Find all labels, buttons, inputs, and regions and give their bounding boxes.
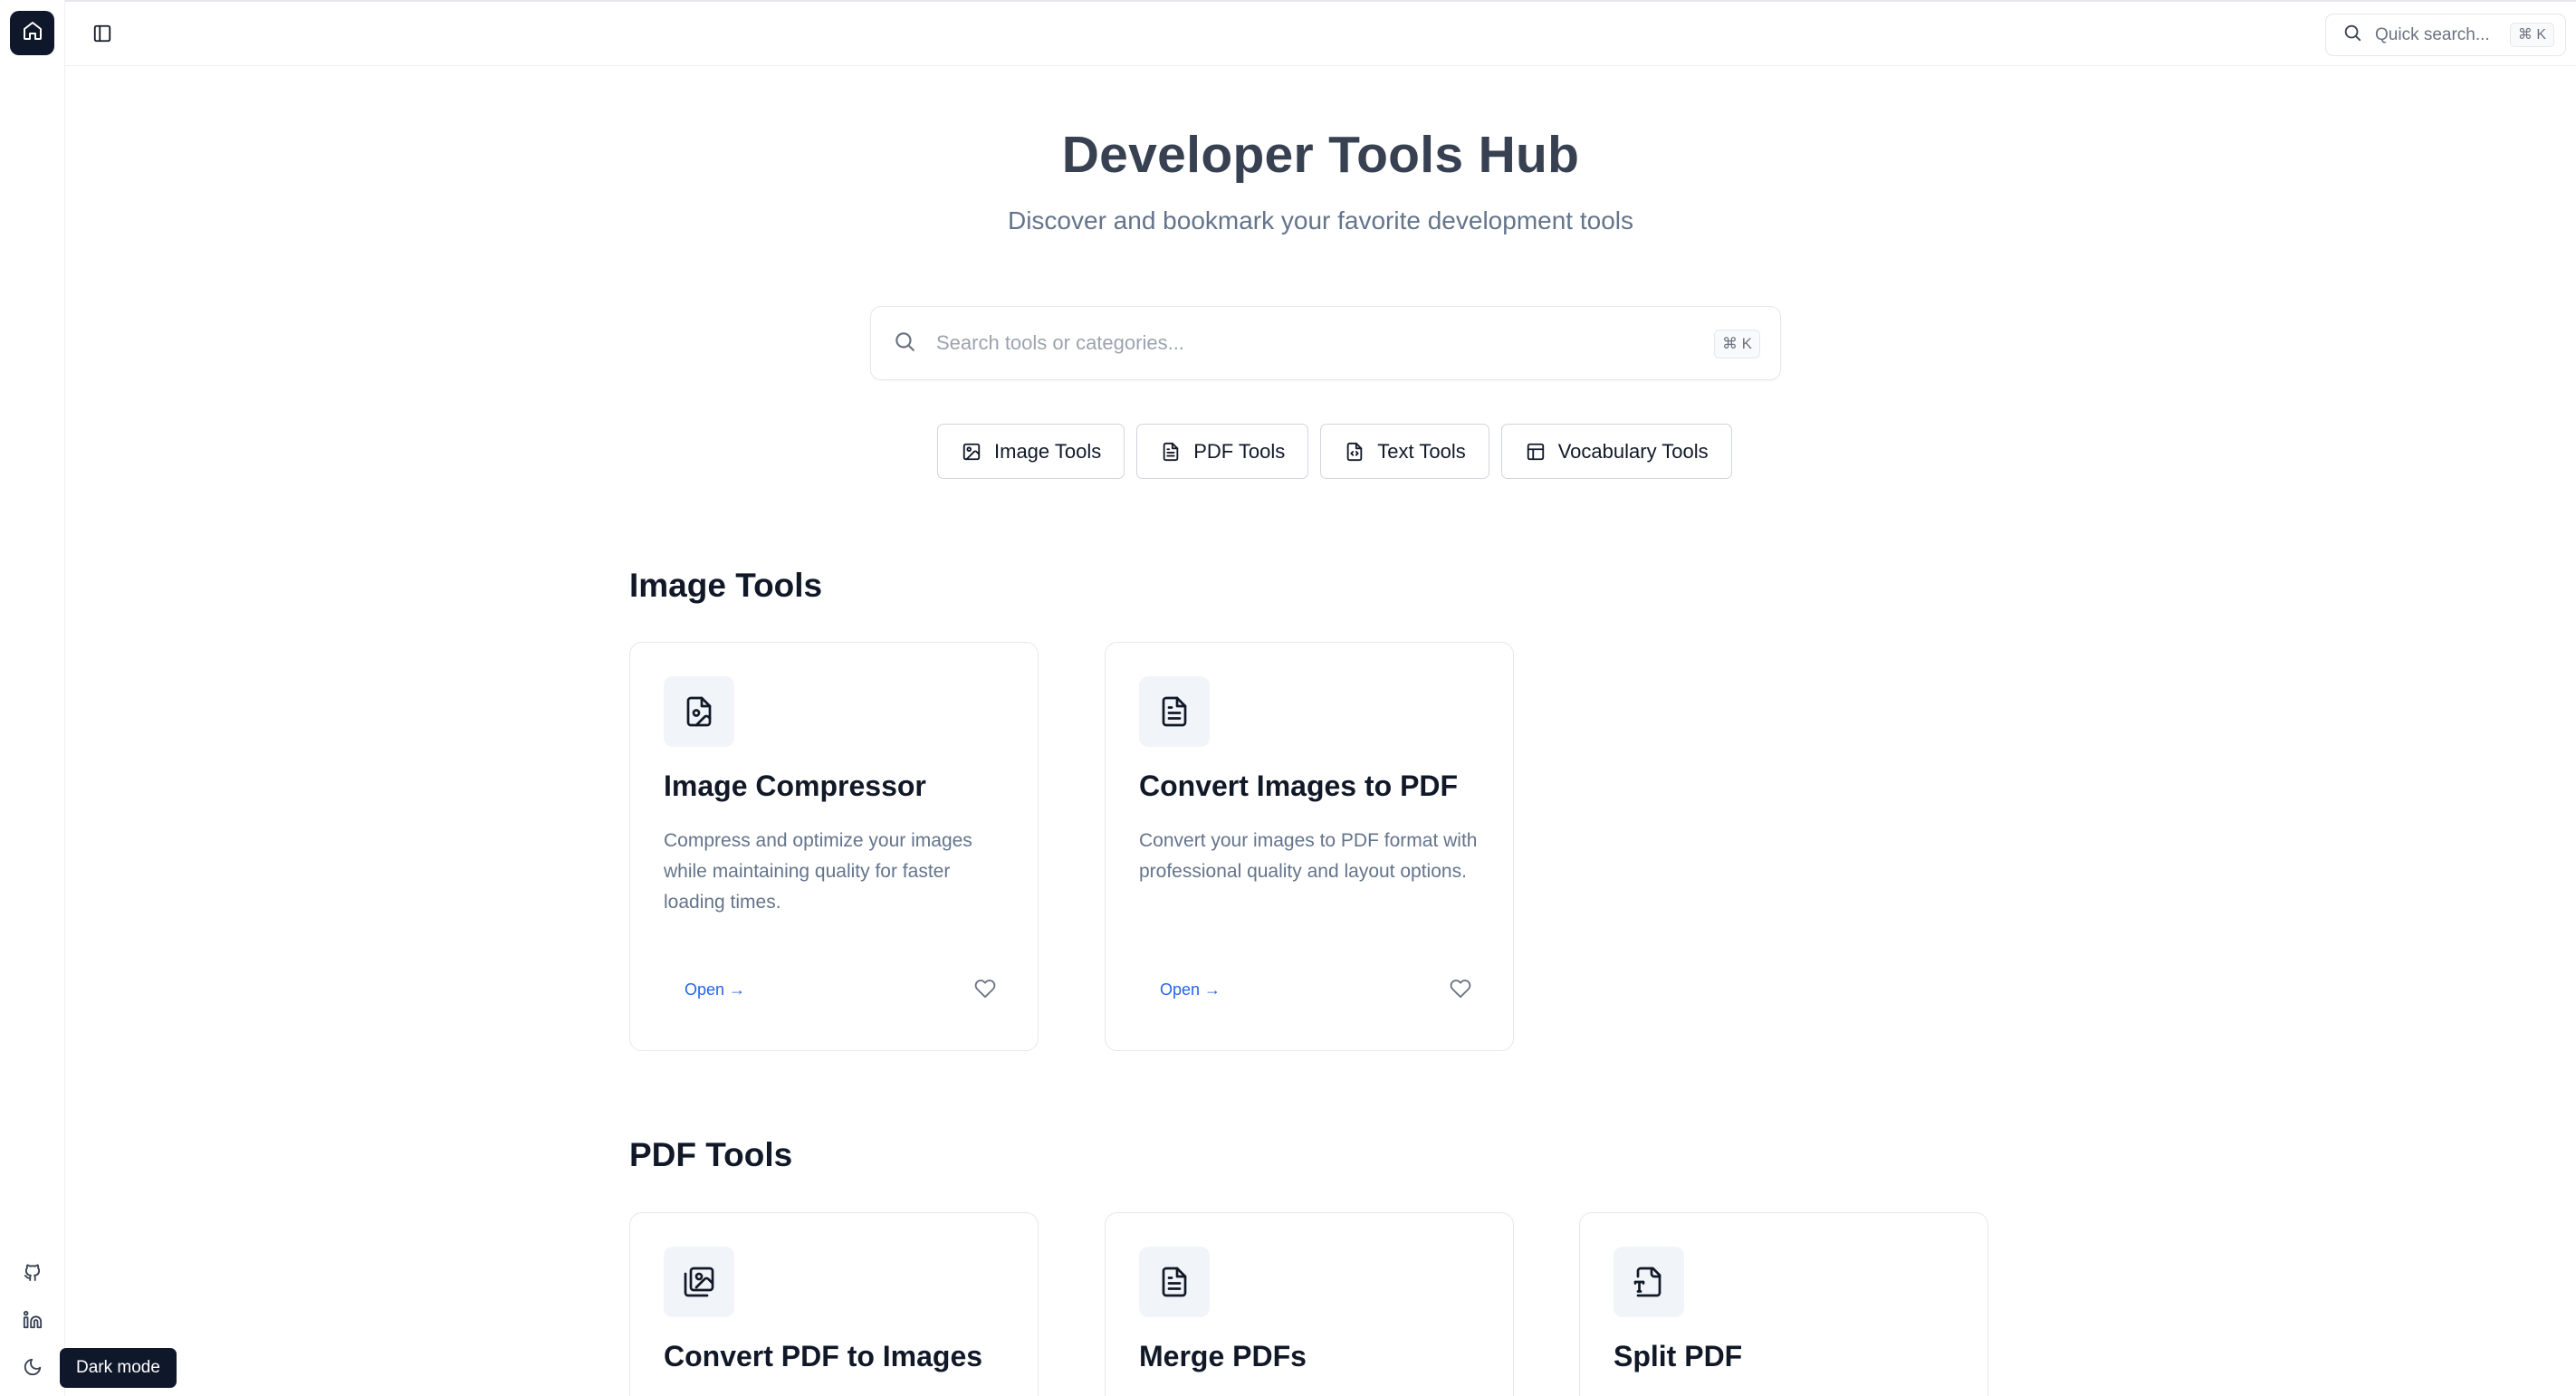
tool-card[interactable]: Convert Images to PDF Convert your image… bbox=[1105, 642, 1514, 1051]
page-subtitle: Discover and bookmark your favorite deve… bbox=[1007, 206, 1633, 234]
sidebar-toggle-button[interactable] bbox=[87, 20, 118, 51]
tool-search-box[interactable]: ⌘ K bbox=[870, 306, 1781, 380]
top-bar: Quick search... ⌘ K bbox=[65, 0, 2576, 66]
chip-label: Image Tools bbox=[994, 439, 1102, 463]
card-description: Compress and optimize your images while … bbox=[664, 830, 972, 913]
section-title-image-tools: Image Tools bbox=[629, 567, 823, 604]
chip-label: Text Tools bbox=[1377, 439, 1466, 463]
favorite-button[interactable] bbox=[1448, 978, 1473, 1003]
tool-card[interactable]: Convert PDF to Images bbox=[629, 1212, 1039, 1396]
search-icon bbox=[893, 330, 916, 358]
card-title: Split PDF bbox=[1614, 1340, 1743, 1372]
layout-icon bbox=[1526, 442, 1546, 462]
images-icon bbox=[664, 1247, 734, 1317]
tool-card[interactable]: Merge PDFs bbox=[1105, 1212, 1514, 1396]
category-image-tools[interactable]: Image Tools bbox=[937, 424, 1125, 479]
home-icon bbox=[22, 20, 43, 46]
linkedin-icon bbox=[23, 1310, 43, 1334]
category-vocabulary-tools[interactable]: Vocabulary Tools bbox=[1500, 424, 1732, 479]
open-link[interactable]: Open → bbox=[685, 980, 745, 999]
category-filters: Image Tools PDF Tools Text Tools Vocabul… bbox=[937, 424, 1732, 479]
chip-label: PDF Tools bbox=[1193, 439, 1286, 463]
tool-search-input[interactable] bbox=[936, 331, 1661, 355]
card-title: Image Compressor bbox=[664, 770, 926, 802]
file-text-icon bbox=[1139, 1247, 1210, 1317]
dark-mode-tooltip: Dark mode bbox=[60, 1348, 177, 1388]
github-link[interactable] bbox=[18, 1259, 47, 1288]
category-pdf-tools[interactable]: PDF Tools bbox=[1136, 424, 1309, 479]
quick-search-label: Quick search... bbox=[2375, 24, 2490, 44]
category-text-tools[interactable]: Text Tools bbox=[1320, 424, 1489, 479]
file-text-icon bbox=[1139, 676, 1210, 747]
heart-icon bbox=[1450, 978, 1471, 1004]
card-title: Merge PDFs bbox=[1139, 1340, 1307, 1372]
file-type-icon bbox=[1614, 1247, 1684, 1317]
file-code-icon bbox=[1345, 442, 1365, 462]
card-title: Convert Images to PDF bbox=[1139, 770, 1459, 802]
image-icon bbox=[962, 442, 982, 462]
sidebar-icon bbox=[92, 24, 112, 48]
card-title: Convert PDF to Images bbox=[664, 1340, 983, 1372]
section-title-pdf-tools: PDF Tools bbox=[629, 1136, 793, 1173]
quick-search-button[interactable]: Quick search... ⌘ K bbox=[2325, 14, 2566, 56]
file-image-icon bbox=[664, 676, 734, 747]
search-icon bbox=[2342, 23, 2362, 47]
dark-mode-toggle[interactable] bbox=[18, 1354, 47, 1383]
linkedin-link[interactable] bbox=[18, 1307, 47, 1336]
file-text-icon bbox=[1161, 442, 1181, 462]
quick-search-shortcut: ⌘ K bbox=[2509, 23, 2554, 47]
heart-icon bbox=[974, 978, 996, 1004]
favorite-button[interactable] bbox=[972, 978, 998, 1003]
left-rail bbox=[0, 0, 65, 1396]
open-link[interactable]: Open → bbox=[1160, 980, 1221, 999]
moon-icon bbox=[23, 1357, 43, 1382]
page-title: Developer Tools Hub bbox=[1061, 126, 1580, 184]
tool-card[interactable]: Image Compressor Compress and optimize y… bbox=[629, 642, 1039, 1051]
card-description: Convert your images to PDF format with p… bbox=[1139, 830, 1478, 882]
github-icon bbox=[23, 1262, 43, 1286]
search-shortcut: ⌘ K bbox=[1713, 330, 1760, 359]
tool-card[interactable]: Split PDF bbox=[1579, 1212, 1988, 1396]
chip-label: Vocabulary Tools bbox=[1557, 439, 1709, 463]
home-button[interactable] bbox=[10, 11, 54, 55]
